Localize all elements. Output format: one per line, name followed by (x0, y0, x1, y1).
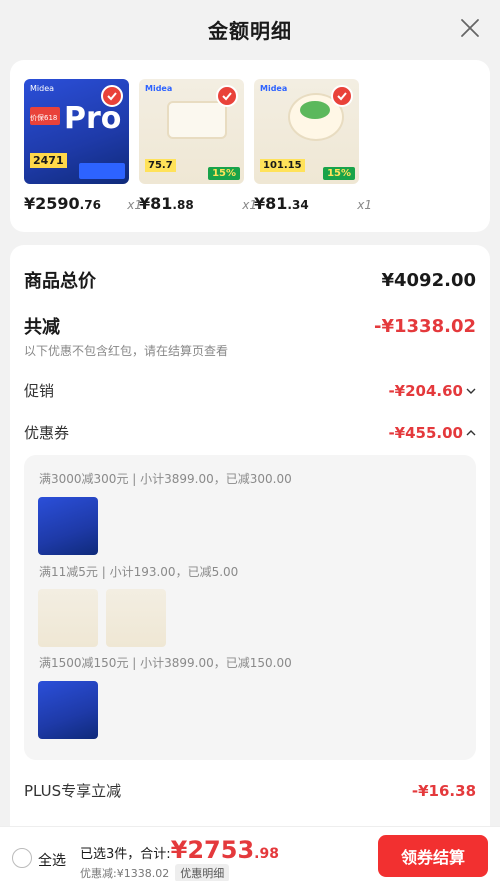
discount-row: 共减 -¥1338.02 (24, 313, 476, 339)
select-all-label[interactable]: 全选 (38, 850, 66, 870)
coupon-value[interactable]: -¥455.00 (388, 424, 476, 442)
product-item[interactable]: Midea 101.15 15% ¥81.34 x1 (254, 79, 372, 213)
promo-label: 促销 (24, 382, 55, 400)
promo-value[interactable]: -¥204.60 (388, 382, 476, 400)
close-icon[interactable] (458, 16, 482, 40)
discount-detail-link[interactable]: 优惠明细 (175, 864, 230, 881)
vegetable-illustration (300, 101, 330, 119)
plus-label: PLUS专享立减 (24, 782, 122, 800)
brand-logo: Midea (145, 84, 173, 93)
coupon-product-thumb (38, 681, 98, 739)
discount-value: -¥1338.02 (374, 315, 476, 337)
coupon-detail-box: 满3000减300元 | 小计3899.00，已减300.00 满11减5元 |… (24, 455, 476, 760)
header: 金额明细 (0, 0, 500, 58)
bottom-checkout-bar: 全选 已选3件，合计: ¥2753.98 优惠减:¥1338.02 优惠明细 领… (0, 826, 500, 881)
chevron-down-icon[interactable] (466, 387, 476, 395)
checkout-button[interactable]: 领券结算 (378, 835, 488, 877)
products-card: Midea Pro 价保618 2471 ¥2590.76 x1 Midea 7… (10, 60, 490, 232)
product-price: ¥81.34 (254, 194, 309, 213)
coupon-label: 优惠券 (24, 424, 70, 442)
product-image[interactable]: Midea 101.15 15% (254, 79, 359, 184)
promo-strip (79, 163, 125, 179)
page-title: 金额明细 (208, 18, 292, 43)
product-price: ¥2590.76 (24, 194, 101, 213)
product-price-row: ¥2590.76 x1 (24, 194, 142, 213)
brand-logo: Midea (30, 84, 55, 93)
coupon-rule-3: 满1500减150元 | 小计3899.00，已减150.00 (39, 656, 292, 670)
coupon-product-thumb (106, 589, 166, 647)
price-tag: 101.15 (260, 159, 305, 172)
price-tag: 2471 (30, 153, 67, 168)
product-item[interactable]: Midea Pro 价保618 2471 ¥2590.76 x1 (24, 79, 142, 213)
plus-row: PLUS专享立减 -¥16.38 (24, 780, 476, 801)
total-label: 商品总价 (24, 271, 96, 292)
price-tag: 75.7 (145, 159, 176, 172)
selected-check-icon (331, 85, 353, 107)
selected-check-icon (101, 85, 123, 107)
select-all-radio[interactable] (12, 848, 32, 868)
promo-tag: 15% (323, 167, 355, 180)
saved-row: 优惠减:¥1338.02 优惠明细 (80, 864, 230, 881)
plus-value: -¥16.38 (411, 781, 476, 800)
coupon-product-thumb (38, 589, 98, 647)
promo-text: 价保618 (30, 114, 58, 122)
total-value: ¥4092.00 (381, 269, 476, 291)
promo-row[interactable]: 促销 -¥204.60 (24, 380, 476, 401)
product-item[interactable]: Midea 75.7 15% ¥81.88 x1 (139, 79, 257, 213)
brand-logo: Midea (260, 84, 288, 93)
product-price: ¥81.88 (139, 194, 194, 213)
price-detail-card: 商品总价 ¥4092.00 共减 -¥1338.02 以下优惠不包含红包，请在结… (10, 245, 490, 845)
chevron-up-icon[interactable] (466, 429, 476, 437)
selected-count: 已选3件，合计: (80, 847, 171, 862)
coupon-rule-2: 满11减5元 | 小计193.00，已减5.00 (39, 565, 239, 579)
coupon-rule-1: 满3000减300元 | 小计3899.00，已减300.00 (39, 472, 292, 486)
coupon-product-thumb (38, 497, 98, 555)
product-price-row: ¥81.34 x1 (254, 194, 372, 213)
discount-note: 以下优惠不包含红包，请在结算页查看 (24, 344, 229, 358)
product-image[interactable]: Midea 75.7 15% (139, 79, 244, 184)
kettle-illustration (167, 101, 227, 139)
discount-label: 共减 (24, 317, 60, 338)
product-qty: x1 (357, 198, 372, 212)
total-row: 商品总价 ¥4092.00 (24, 267, 476, 293)
product-image[interactable]: Midea Pro 价保618 2471 (24, 79, 129, 184)
selected-check-icon (216, 85, 238, 107)
checkout-summary: 已选3件，合计: ¥2753.98 (80, 836, 279, 864)
saved-amount: 优惠减:¥1338.02 (80, 867, 170, 880)
product-price-row: ¥81.88 x1 (139, 194, 257, 213)
promo-tag: 15% (208, 167, 240, 180)
checkout-total: ¥2753.98 (170, 836, 279, 864)
coupon-row[interactable]: 优惠券 -¥455.00 (24, 422, 476, 443)
